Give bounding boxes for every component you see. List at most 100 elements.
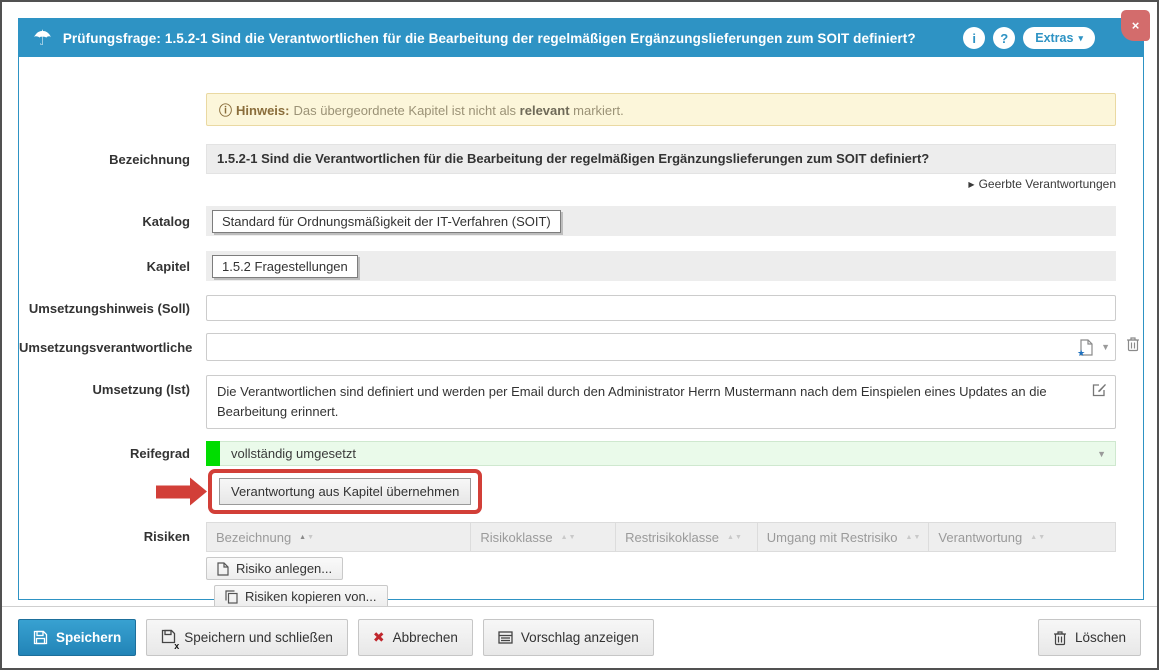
reifegrad-select[interactable]: vollständig umgesetzt ▼ (206, 441, 1116, 466)
umsetzungsverantwortliche-label: Umsetzungsverantwortliche (19, 340, 206, 355)
kapitel-label: Kapitel (19, 259, 206, 274)
help-icon[interactable]: ? (993, 27, 1015, 49)
save-label: Speichern (56, 630, 121, 645)
geerbte-verantwortungen-label: Geerbte Verantwortungen (979, 177, 1116, 191)
katalog-button[interactable]: Standard für Ordnungsmäßigkeit der IT-Ve… (212, 210, 561, 233)
katalog-row: Katalog Standard für Ordnungsmäßigkeit d… (19, 206, 1143, 236)
hint-banner: ⓘ Hinweis: Das übergeordnete Kapitel ist n… (206, 93, 1116, 126)
column-header-bezeichnung[interactable]: Bezeichnung ▲▼ (207, 523, 471, 551)
column-header-umgang-mit-restrisiko[interactable]: Umgang mit Restrisiko ▲▼ (758, 523, 930, 551)
hint-highlight: relevant (520, 103, 570, 118)
mini-x-glyph: x (174, 641, 179, 651)
sort-icons: ▲▼ (906, 534, 921, 541)
umsetzungshinweis-input[interactable] (206, 295, 1116, 321)
dialog-title: Prüfungsfrage: 1.5.2-1 Sind die Verantwo… (63, 31, 916, 46)
delete-button[interactable]: Löschen (1038, 619, 1141, 656)
extras-button[interactable]: Extras ▾ (1023, 27, 1095, 49)
add-document-icon[interactable]: ★ (1079, 339, 1094, 356)
verantwortung-uebernehmen-button[interactable]: Verantwortung aus Kapitel übernehmen (219, 478, 471, 505)
list-icon (498, 631, 513, 644)
add-star-glyph: ★ (1077, 348, 1085, 359)
hint-row: ⓘ Hinweis: Das übergeordnete Kapitel ist n… (19, 93, 1143, 126)
umsetzung-ist-row: Umsetzung (Ist) Die Verantwortlichen sin… (19, 375, 1143, 429)
maturity-color-chip (206, 441, 220, 466)
risiken-table-header: Bezeichnung ▲▼ Risikoklasse ▲▼ Restrisik… (206, 522, 1116, 552)
delete-label: Löschen (1075, 630, 1126, 645)
umsetzungsverantwortliche-input[interactable] (206, 333, 1116, 361)
suggestion-button[interactable]: Vorschlag anzeigen (483, 619, 654, 656)
katalog-strip: Standard für Ordnungsmäßigkeit der IT-Ve… (206, 206, 1116, 236)
save-icon (33, 630, 48, 645)
cancel-label: Abbrechen (393, 630, 458, 645)
dialog-header: ☂ Prüfungsfrage: 1.5.2-1 Sind die Verant… (19, 19, 1143, 57)
bezeichnung-value: 1.5.2-1 Sind die Verantwortlichen für di… (206, 144, 1116, 174)
trash-icon (1053, 630, 1067, 646)
screenshot-root: ☂ Prüfungsfrage: 1.5.2-1 Sind die Verant… (0, 0, 1159, 670)
new-document-icon (217, 562, 229, 576)
umsetzungsverantwortliche-row: Umsetzungsverantwortliche ★ ▼ (19, 333, 1143, 361)
column-header-verantwortung[interactable]: Verantwortung ▲▼ (929, 523, 1115, 551)
inherited-link-row: ▶ Geerbte Verantwortungen (19, 177, 1143, 191)
risiko-anlegen-button[interactable]: Risiko anlegen... (206, 557, 343, 580)
save-close-button[interactable]: x Speichern und schließen (146, 619, 348, 656)
reifegrad-label: Reifegrad (19, 446, 206, 461)
umsetzungshinweis-label: Umsetzungshinweis (Soll) (19, 301, 206, 316)
sort-icons: ▲▼ (727, 534, 742, 541)
kapitel-strip: 1.5.2 Fragestellungen (206, 251, 1116, 281)
risiken-kopieren-button[interactable]: Risiken kopieren von... (214, 585, 388, 608)
risiken-row: Risiken Bezeichnung ▲▼ Risikoklasse ▲▼ R… (19, 522, 1143, 552)
verantwortliche-input-icons: ★ ▼ (1079, 333, 1110, 361)
extras-label: Extras (1035, 31, 1073, 45)
reifegrad-value: vollständig umgesetzt (231, 446, 356, 461)
uebernehmen-row: Verantwortung aus Kapitel übernehmen (19, 469, 1143, 514)
caret-right-icon: ▶ (968, 180, 974, 189)
save-button[interactable]: Speichern (18, 619, 136, 656)
column-header-restrisikoklasse[interactable]: Restrisikoklasse ▲▼ (616, 523, 758, 551)
cancel-x-icon: ✖ (373, 629, 385, 646)
bezeichnung-label: Bezeichnung (19, 152, 206, 167)
save-close-label: Speichern und schließen (184, 630, 333, 645)
umbrella-icon: ☂ (33, 28, 52, 49)
sort-icons: ▲▼ (299, 534, 314, 541)
kapitel-button[interactable]: 1.5.2 Fragestellungen (212, 255, 358, 278)
cancel-button[interactable]: ✖ Abbrechen (358, 619, 473, 656)
dropdown-caret-icon[interactable]: ▼ (1101, 342, 1110, 352)
risiken-kopieren-row: Risiken kopieren von... (19, 585, 1143, 608)
edit-icon[interactable] (1092, 382, 1108, 401)
suggestion-label: Vorschlag anzeigen (521, 630, 639, 645)
info-icon[interactable]: i (963, 27, 985, 49)
sort-icons: ▲▼ (1030, 534, 1045, 541)
hint-text-before: Das übergeordnete Kapitel ist nicht als (293, 103, 519, 118)
column-label: Umgang mit Restrisiko (767, 530, 898, 545)
column-header-risikoklasse[interactable]: Risikoklasse ▲▼ (471, 523, 616, 551)
bezeichnung-row: Bezeichnung 1.5.2-1 Sind die Verantwortl… (19, 144, 1143, 174)
footer-bar: Speichern x Speichern und schließen ✖ Ab… (2, 606, 1157, 668)
risiken-kopieren-label: Risiken kopieren von... (245, 589, 377, 604)
katalog-label: Katalog (19, 214, 206, 229)
dialog-body: ⓘ Hinweis: Das übergeordnete Kapitel ist n… (19, 93, 1143, 608)
chevron-down-icon: ▼ (1097, 449, 1106, 459)
umsetzungshinweis-row: Umsetzungshinweis (Soll) (19, 295, 1143, 321)
reifegrad-row: Reifegrad vollständig umgesetzt ▼ (19, 441, 1143, 466)
hint-prefix: Hinweis: (236, 103, 289, 118)
hint-text-after: markiert. (570, 103, 624, 118)
copy-icon (225, 590, 238, 604)
info-circle-icon: ⓘ (219, 103, 232, 118)
sort-icons: ▲▼ (561, 534, 576, 541)
column-label: Risikoklasse (480, 530, 552, 545)
chevron-down-icon: ▾ (1078, 33, 1083, 44)
geerbte-verantwortungen-link[interactable]: ▶ Geerbte Verantwortungen (206, 177, 1116, 191)
umsetzung-ist-textarea[interactable]: Die Verantwortlichen sind definiert und … (206, 375, 1116, 429)
column-label: Restrisikoklasse (625, 530, 719, 545)
header-controls: i ? Extras ▾ (963, 27, 1129, 49)
red-highlight-annotation: Verantwortung aus Kapitel übernehmen (208, 469, 482, 514)
risiken-label: Risiken (19, 522, 206, 544)
close-button[interactable]: × (1121, 10, 1150, 41)
risiko-anlegen-row: Risiko anlegen... (19, 557, 1143, 580)
red-arrow-annotation (156, 485, 190, 498)
umsetzung-ist-label: Umsetzung (Ist) (19, 375, 206, 397)
pruefungsfrage-dialog: ☂ Prüfungsfrage: 1.5.2-1 Sind die Verant… (18, 18, 1144, 600)
column-label: Bezeichnung (216, 530, 291, 545)
risiko-anlegen-label: Risiko anlegen... (236, 561, 332, 576)
trash-icon[interactable] (1126, 336, 1140, 355)
